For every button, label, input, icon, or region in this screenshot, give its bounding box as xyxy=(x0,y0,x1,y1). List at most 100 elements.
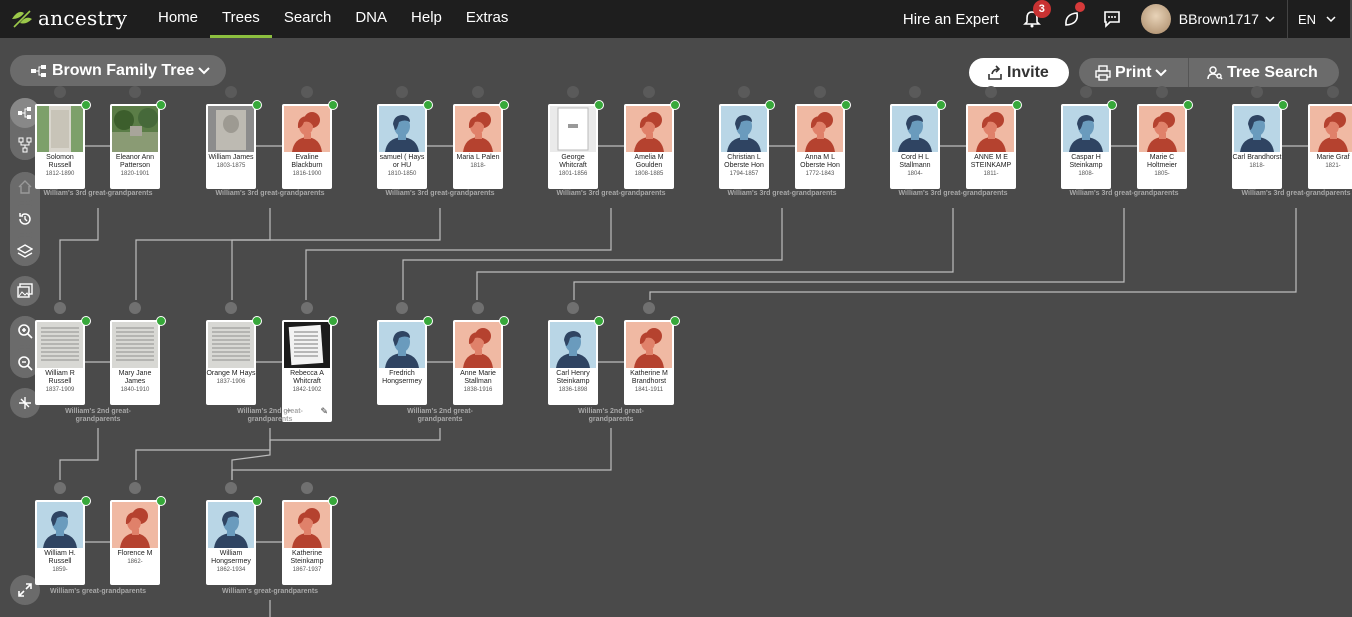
expand-parents-icon[interactable] xyxy=(567,302,579,314)
expand-parents-icon[interactable] xyxy=(472,302,484,314)
person-card[interactable]: Solomon Russell 1812-1890 xyxy=(35,104,85,189)
person-card[interactable]: Katherine Steinkamp 1867-1937 xyxy=(282,500,332,585)
hint-leaf-icon[interactable] xyxy=(81,316,91,326)
expand-parents-icon[interactable] xyxy=(738,86,750,98)
expand-parents-icon[interactable] xyxy=(129,302,141,314)
nav-home[interactable]: Home xyxy=(146,0,210,38)
hint-leaf-icon[interactable] xyxy=(841,100,851,110)
nav-trees[interactable]: Trees xyxy=(210,0,272,38)
hint-leaf-icon[interactable] xyxy=(252,496,262,506)
messages-button[interactable] xyxy=(1101,8,1123,30)
hint-leaf-icon[interactable] xyxy=(594,100,604,110)
chevron-down-icon[interactable] xyxy=(1326,14,1336,24)
person-card[interactable]: Florence M 1862- xyxy=(110,500,160,585)
expand-parents-icon[interactable] xyxy=(396,302,408,314)
expand-parents-icon[interactable] xyxy=(909,86,921,98)
person-card[interactable]: Eleanor Ann Patterson 1820-1901 xyxy=(110,104,160,189)
hint-leaf-icon[interactable] xyxy=(499,316,509,326)
expand-parents-icon[interactable] xyxy=(814,86,826,98)
expand-parents-icon[interactable] xyxy=(472,86,484,98)
expand-parents-icon[interactable] xyxy=(225,302,237,314)
hint-leaf-icon[interactable] xyxy=(1278,100,1288,110)
person-card[interactable]: William Hongsermey 1862-1934 xyxy=(206,500,256,585)
hint-leaf-icon[interactable] xyxy=(423,316,433,326)
expand-parents-icon[interactable] xyxy=(129,482,141,494)
hint-leaf-icon[interactable] xyxy=(594,316,604,326)
nav-search[interactable]: Search xyxy=(272,0,344,38)
chevron-down-icon[interactable] xyxy=(1265,14,1275,24)
hint-leaf-icon[interactable] xyxy=(936,100,946,110)
hint-leaf-icon[interactable] xyxy=(1107,100,1117,110)
hint-leaf-icon[interactable] xyxy=(156,100,166,110)
person-card[interactable]: Evaline Blackburn 1816-1900 xyxy=(282,104,332,189)
expand-parents-icon[interactable] xyxy=(1251,86,1263,98)
expand-parents-icon[interactable] xyxy=(301,86,313,98)
person-card[interactable]: Maria L Palen 1818- xyxy=(453,104,503,189)
expand-parents-icon[interactable] xyxy=(301,302,313,314)
hint-leaf-icon[interactable] xyxy=(252,316,262,326)
expand-parents-icon[interactable] xyxy=(1156,86,1168,98)
person-card[interactable]: Amelia M Goulden 1808-1885 xyxy=(624,104,674,189)
person-card[interactable]: Christian L Oberste Hon 1794-1857 xyxy=(719,104,769,189)
expand-parents-icon[interactable] xyxy=(54,86,66,98)
person-card[interactable]: William James 1803-1875 xyxy=(206,104,256,189)
ancestry-logo[interactable]: ancestry xyxy=(10,6,127,30)
hints-button[interactable] xyxy=(1061,2,1085,30)
person-card[interactable]: Marie C Holtmeier 1805- xyxy=(1137,104,1187,189)
person-card[interactable]: Anne Marie Stallman 1838-1916 xyxy=(453,320,503,405)
notifications-button[interactable]: 3 xyxy=(1021,0,1051,30)
hint-leaf-icon[interactable] xyxy=(765,100,775,110)
hint-leaf-icon[interactable] xyxy=(670,100,680,110)
expand-parents-icon[interactable] xyxy=(129,86,141,98)
person-card[interactable]: William H. Russell 1859- xyxy=(35,500,85,585)
expand-parents-icon[interactable] xyxy=(985,86,997,98)
person-card[interactable]: Mary Jane James 1840-1910 xyxy=(110,320,160,405)
expand-parents-icon[interactable] xyxy=(301,482,313,494)
hint-leaf-icon[interactable] xyxy=(252,100,262,110)
expand-parents-icon[interactable] xyxy=(643,302,655,314)
hint-leaf-icon[interactable] xyxy=(328,496,338,506)
hint-leaf-icon[interactable] xyxy=(1012,100,1022,110)
hint-leaf-icon[interactable] xyxy=(156,316,166,326)
expand-parents-icon[interactable] xyxy=(396,86,408,98)
expand-parents-icon[interactable] xyxy=(225,482,237,494)
avatar[interactable] xyxy=(1140,4,1171,34)
hire-expert-link[interactable]: Hire an Expert xyxy=(903,11,999,28)
expand-parents-icon[interactable] xyxy=(225,86,237,98)
expand-parents-icon[interactable] xyxy=(54,482,66,494)
person-card[interactable]: Katherine M Brandhorst 1841-1911 xyxy=(624,320,674,405)
username[interactable]: BBrown1717 xyxy=(1179,11,1259,27)
nav-dna[interactable]: DNA xyxy=(343,0,399,38)
expand-parents-icon[interactable] xyxy=(1080,86,1092,98)
tree-canvas[interactable]: Solomon Russell 1812-1890 Eleanor Ann Patt… xyxy=(0,40,1352,617)
expand-parents-icon[interactable] xyxy=(54,302,66,314)
hint-leaf-icon[interactable] xyxy=(156,496,166,506)
nav-help[interactable]: Help xyxy=(399,0,454,38)
person-card[interactable]: Marie Graf 1821- xyxy=(1308,104,1352,189)
person-card[interactable]: Rebecca A Whitcraft 1842-1902 + ✎ xyxy=(282,320,332,422)
person-card[interactable]: Cord H L Stallmann 1804- xyxy=(890,104,940,189)
person-card[interactable]: Orange M Hays 1837-1906 xyxy=(206,320,256,405)
hint-leaf-icon[interactable] xyxy=(670,316,680,326)
person-card[interactable]: Fredrich Hongsermey xyxy=(377,320,427,405)
expand-parents-icon[interactable] xyxy=(567,86,579,98)
hint-leaf-icon[interactable] xyxy=(81,496,91,506)
language-selector[interactable]: EN xyxy=(1298,12,1316,27)
person-card[interactable]: William R Russell 1837-1909 xyxy=(35,320,85,405)
person-card[interactable]: ANNE M E STEINKAMP 1811- xyxy=(966,104,1016,189)
person-card[interactable]: samuel ( Hays or HU 1810-1850 xyxy=(377,104,427,189)
hint-leaf-icon[interactable] xyxy=(81,100,91,110)
person-card[interactable]: George Whitcraft 1801-1856 xyxy=(548,104,598,189)
hint-leaf-icon[interactable] xyxy=(499,100,509,110)
expand-parents-icon[interactable] xyxy=(643,86,655,98)
expand-parents-icon[interactable] xyxy=(1327,86,1339,98)
nav-extras[interactable]: Extras xyxy=(454,0,521,38)
person-card[interactable]: Anna M L Oberste Hon 1772-1843 xyxy=(795,104,845,189)
person-card[interactable]: Carl Brandhorst 1818- xyxy=(1232,104,1282,189)
hint-leaf-icon[interactable] xyxy=(328,100,338,110)
hint-leaf-icon[interactable] xyxy=(423,100,433,110)
person-card[interactable]: Carl Henry Steinkamp 1836-1898 xyxy=(548,320,598,405)
hint-leaf-icon[interactable] xyxy=(328,316,338,326)
person-card[interactable]: Caspar H Steinkamp 1808- xyxy=(1061,104,1111,189)
hint-leaf-icon[interactable] xyxy=(1183,100,1193,110)
